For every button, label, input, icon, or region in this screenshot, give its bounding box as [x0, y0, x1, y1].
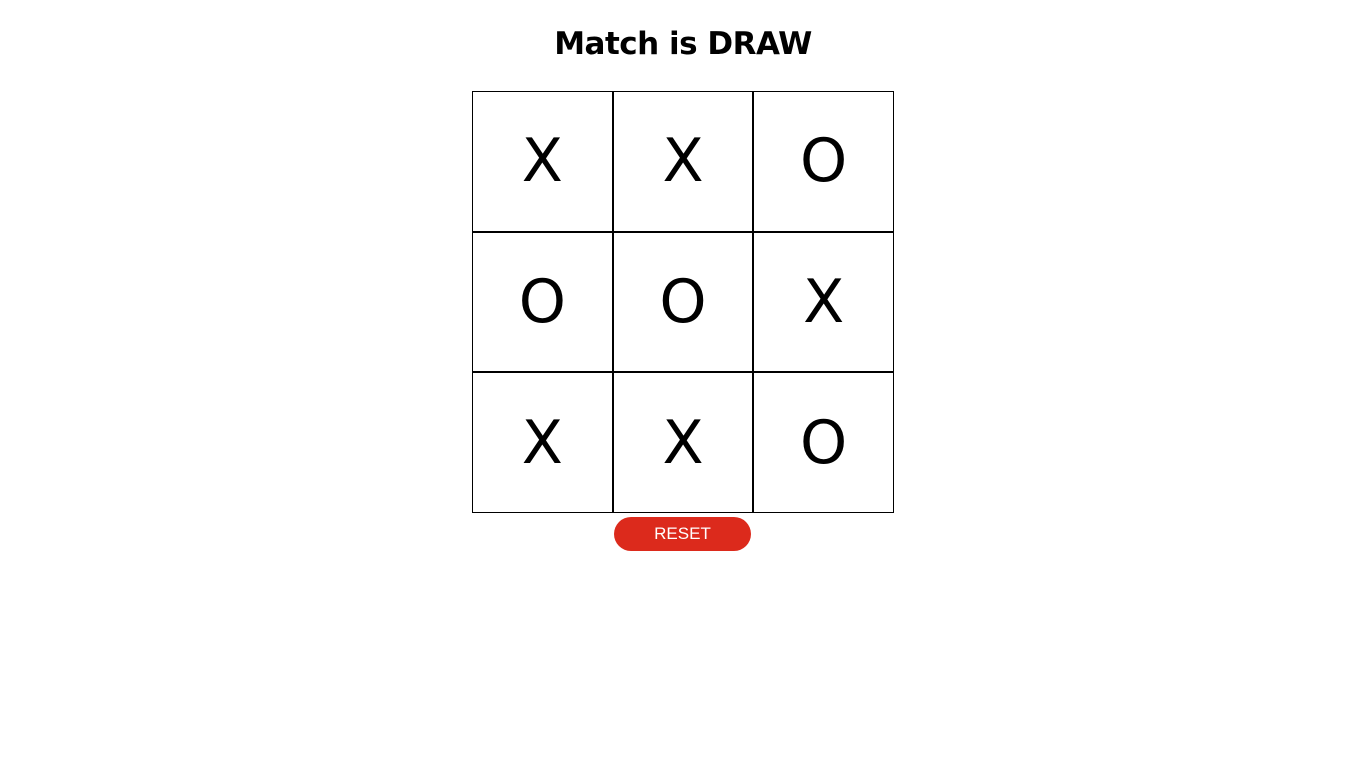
board-cell-2[interactable]: X [612, 91, 754, 232]
board-cell-3[interactable]: O [753, 91, 894, 232]
game-status-title: Match is DRAW [554, 26, 812, 62]
board-cell-9[interactable]: O [753, 372, 894, 513]
reset-button[interactable]: RESET [614, 517, 751, 551]
board-cell-8[interactable]: X [612, 372, 754, 513]
tic-tac-toe-board: X X O O O X X X O [472, 91, 894, 513]
board-cell-7[interactable]: X [472, 372, 613, 513]
board-cell-6[interactable]: X [753, 231, 894, 373]
board-cell-5[interactable]: O [612, 231, 754, 373]
board-cell-4[interactable]: O [472, 231, 613, 373]
board-cell-1[interactable]: X [472, 91, 613, 232]
